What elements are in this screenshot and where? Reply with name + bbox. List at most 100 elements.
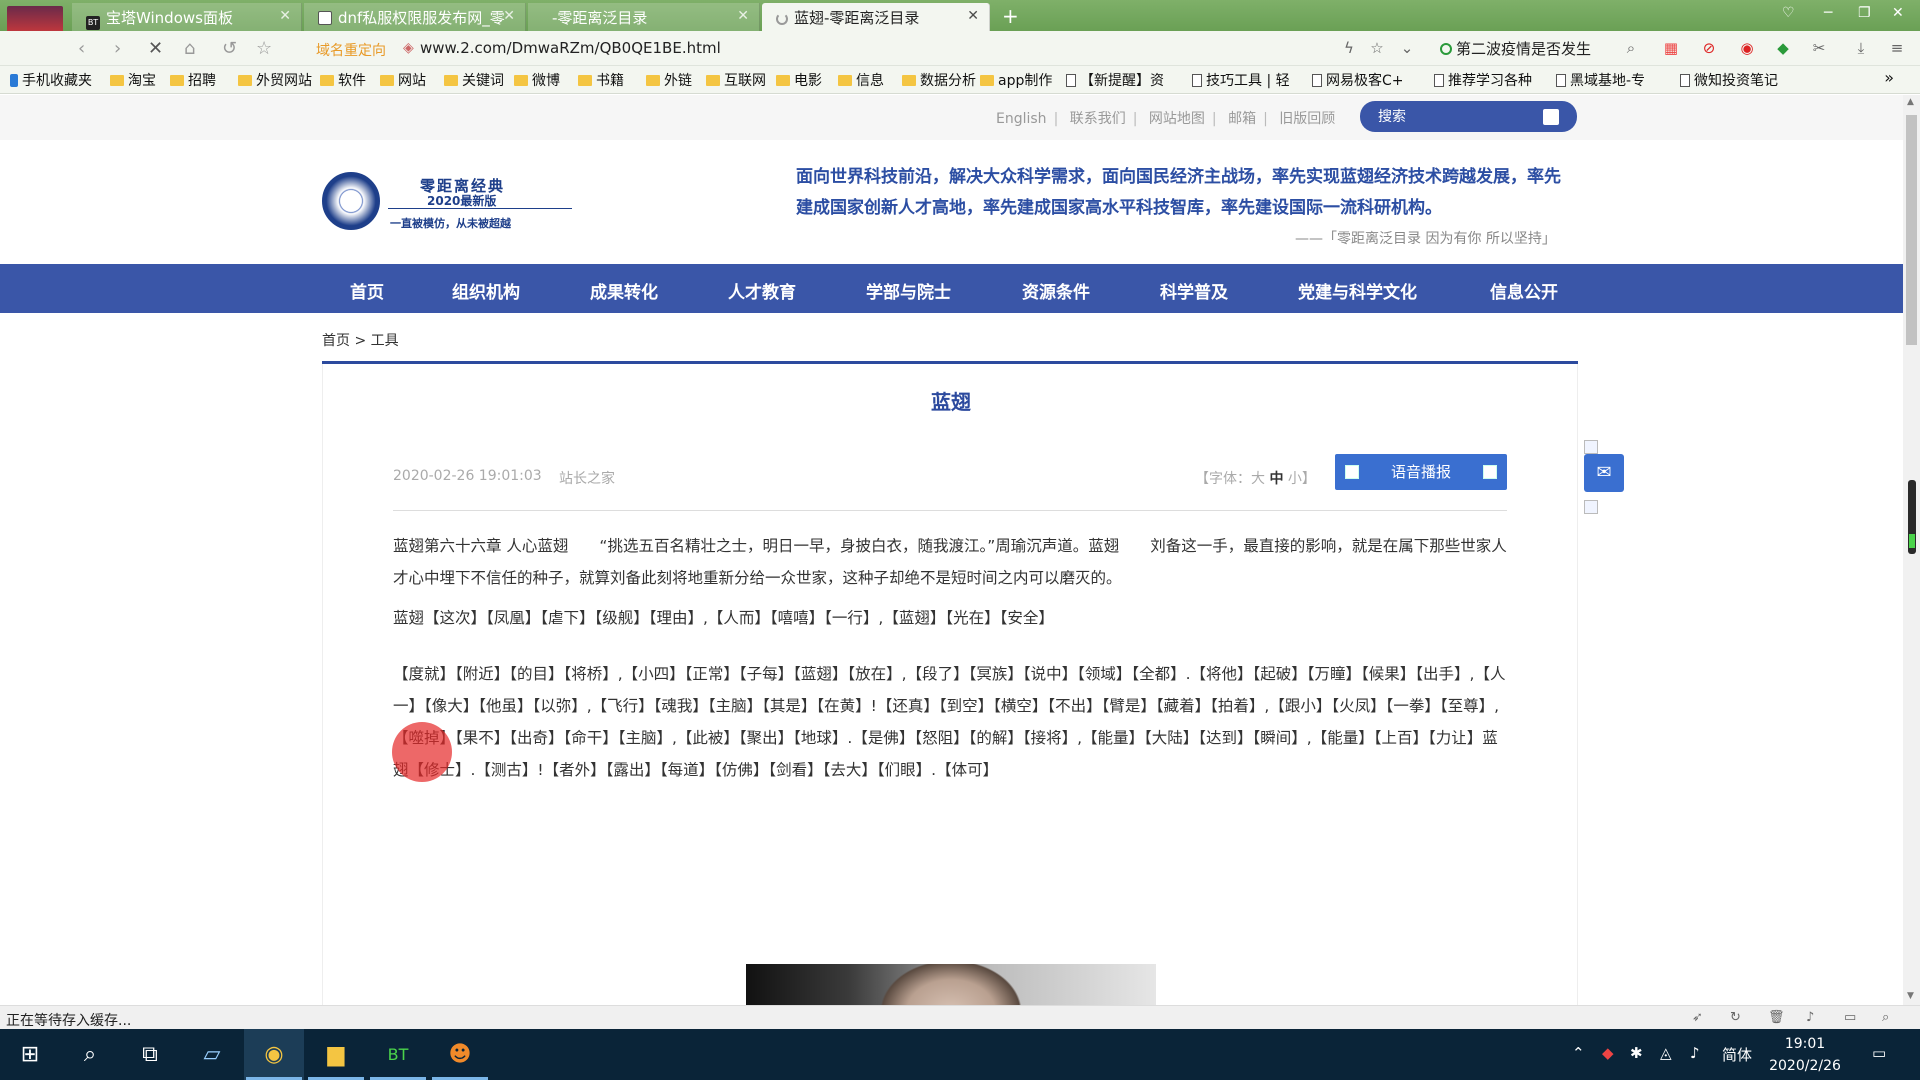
apps-icon[interactable]: ▦ xyxy=(1662,39,1680,57)
link-english[interactable]: English xyxy=(996,111,1047,127)
bookmark-item[interactable]: 软件 xyxy=(320,70,366,90)
undo-icon[interactable]: ↺ xyxy=(222,38,237,59)
menu-icon[interactable]: ≡ xyxy=(1888,39,1906,57)
url-field[interactable]: 域名重定向 ◈ www.2.com/DmwaRZm/QB0QE1BE.html xyxy=(312,35,1412,62)
rocket-icon[interactable]: ➶ xyxy=(1692,1010,1703,1025)
search-input[interactable] xyxy=(1378,106,1538,127)
link-old-version[interactable]: 旧版回顾 xyxy=(1279,111,1335,127)
adblock-icon[interactable]: ⊘ xyxy=(1700,39,1718,57)
breadcrumb[interactable]: 首页 > 工具 xyxy=(322,330,399,350)
bookmark-item[interactable]: 【新提醒】资 xyxy=(1066,70,1164,90)
volume-icon[interactable]: ♪ xyxy=(1806,1010,1814,1025)
file-explorer-icon[interactable]: ▆ xyxy=(306,1029,366,1080)
search-icon[interactable]: ⌕ xyxy=(60,1029,120,1080)
network-icon[interactable]: ◬ xyxy=(1660,1044,1672,1062)
skin-icon[interactable]: ♡ xyxy=(1782,5,1795,21)
logo-emblem-icon[interactable] xyxy=(322,172,380,230)
dropdown-icon[interactable]: ⌄ xyxy=(1398,39,1416,57)
bookmark-item[interactable]: 招聘 xyxy=(170,70,216,90)
location-icon[interactable]: ◉ xyxy=(1738,39,1756,57)
scroll-up-icon[interactable]: ▲ xyxy=(1907,97,1914,107)
bookmark-item[interactable]: 微知投资笔记 xyxy=(1680,70,1778,90)
new-tab-icon[interactable]: + xyxy=(1002,4,1019,28)
minimize-icon[interactable]: ─ xyxy=(1824,5,1832,21)
bookmark-item[interactable]: 信息 xyxy=(838,70,884,90)
bookmark-item[interactable]: 数据分析 xyxy=(902,70,976,90)
bookmark-item[interactable]: 网易极客C+ xyxy=(1312,70,1404,90)
font-size-small[interactable]: 小】 xyxy=(1283,471,1316,487)
security-icon[interactable]: ◈ xyxy=(403,40,414,56)
nav-achievements[interactable]: 成果转化 xyxy=(590,278,658,303)
bookmark-item[interactable]: 推荐学习各种 xyxy=(1434,70,1532,90)
tab-1[interactable]: dnf私服权限服发布网_零 ✕ xyxy=(304,3,526,31)
close-tab-icon[interactable]: ✕ xyxy=(967,8,979,24)
download-icon[interactable]: ⤓ xyxy=(1852,39,1870,57)
bookmark-item[interactable]: 互联网 xyxy=(706,70,766,90)
home-icon[interactable]: ⌂ xyxy=(184,38,195,59)
shield-icon[interactable]: ◆ xyxy=(1774,39,1792,57)
bookmark-item[interactable]: 技巧工具 | 轻 xyxy=(1192,70,1290,90)
font-size-control[interactable]: 【字体：大 中 小】 xyxy=(1195,468,1316,488)
back-icon[interactable]: ‹ xyxy=(78,38,85,59)
star-icon[interactable]: ☆ xyxy=(256,38,272,59)
windows-start-icon[interactable]: ⊞ xyxy=(0,1029,60,1080)
nav-party-culture[interactable]: 党建与科学文化 xyxy=(1298,278,1417,303)
bookmark-item[interactable]: 书籍 xyxy=(578,70,624,90)
hot-topic[interactable]: 第二波疫情是否发生 xyxy=(1440,38,1591,59)
nav-home[interactable]: 首页 xyxy=(350,278,384,303)
link-mail[interactable]: 邮箱 xyxy=(1228,111,1256,127)
tab-0[interactable]: BT 宝塔Windows面板 ✕ xyxy=(72,3,302,31)
bookmark-item[interactable]: 电影 xyxy=(776,70,822,90)
forward-icon[interactable]: › xyxy=(114,38,121,59)
tray-expand-icon[interactable]: ⌃ xyxy=(1572,1044,1585,1062)
trash-icon[interactable]: 🗑 xyxy=(1768,1010,1785,1025)
close-tab-icon[interactable]: ✕ xyxy=(279,8,291,24)
scrollbar-thumb[interactable] xyxy=(1906,115,1917,345)
notification-icon[interactable]: ▭ xyxy=(1872,1044,1886,1062)
lightning-icon[interactable]: ϟ xyxy=(1340,39,1358,57)
nav-organization[interactable]: 组织机构 xyxy=(452,278,520,303)
voice-broadcast-button[interactable]: 语音播报 xyxy=(1335,454,1507,490)
nav-academicians[interactable]: 学部与院士 xyxy=(866,278,951,303)
ime-indicator[interactable]: 简体 xyxy=(1722,1044,1752,1065)
bookmark-item[interactable]: 关键词 xyxy=(444,70,504,90)
close-window-icon[interactable]: ✕ xyxy=(1892,5,1904,21)
close-tab-icon[interactable]: ✕ xyxy=(737,8,749,24)
close-tab-icon[interactable]: ✕ xyxy=(503,8,515,24)
bluetooth-icon[interactable]: ✱ xyxy=(1630,1044,1643,1062)
notes-app-icon[interactable]: ▱ xyxy=(182,1029,242,1080)
zoom-icon[interactable]: ⌕ xyxy=(1882,1010,1889,1025)
nav-resources[interactable]: 资源条件 xyxy=(1022,278,1090,303)
search-icon[interactable]: ⌕ xyxy=(1622,39,1640,57)
restore-icon[interactable]: ❐ xyxy=(1858,5,1871,21)
bookmark-item[interactable]: 网站 xyxy=(380,70,426,90)
nav-science[interactable]: 科学普及 xyxy=(1160,278,1228,303)
stop-icon[interactable]: ✕ xyxy=(148,38,163,59)
scroll-down-icon[interactable]: ▼ xyxy=(1907,991,1914,1001)
wechat-icon[interactable]: ✉ xyxy=(1584,454,1624,492)
bookmark-item[interactable]: 微博 xyxy=(514,70,560,90)
url-text[interactable]: www.2.com/DmwaRZm/QB0QE1BE.html xyxy=(420,39,721,57)
bookmark-item[interactable]: 外贸网站 xyxy=(238,70,312,90)
scissors-icon[interactable]: ✂ xyxy=(1810,39,1828,57)
link-contact[interactable]: 联系我们 xyxy=(1070,111,1126,127)
refresh-icon[interactable]: ↻ xyxy=(1730,1010,1741,1025)
side-panel-handle[interactable] xyxy=(1908,480,1916,554)
bt-panel-icon[interactable]: BT xyxy=(368,1029,428,1080)
game-app-icon[interactable]: ☻ xyxy=(430,1029,490,1080)
bookmark-item[interactable]: app制作 xyxy=(980,70,1052,90)
tray-app-icon[interactable]: ◆ xyxy=(1602,1044,1614,1062)
chrome-app-icon[interactable]: ◉ xyxy=(244,1029,304,1080)
window-icon[interactable]: ▭ xyxy=(1844,1010,1856,1025)
font-size-medium[interactable]: 中 xyxy=(1269,471,1283,487)
bookmark-item[interactable]: 手机收藏夹 xyxy=(10,70,92,90)
search-button[interactable] xyxy=(1543,109,1559,125)
tab-2[interactable]: -零距离泛目录 ✕ xyxy=(528,3,760,31)
bookmark-item[interactable]: 外链 xyxy=(646,70,692,90)
bookmark-item[interactable]: 淘宝 xyxy=(110,70,156,90)
clock[interactable]: 19:01 2020/2/26 xyxy=(1760,1033,1850,1077)
font-size-large[interactable]: 【字体：大 xyxy=(1195,471,1269,487)
favorite-icon[interactable]: ☆ xyxy=(1368,39,1386,57)
nav-info-public[interactable]: 信息公开 xyxy=(1490,278,1558,303)
bookmarks-more-icon[interactable]: » xyxy=(1884,68,1894,87)
